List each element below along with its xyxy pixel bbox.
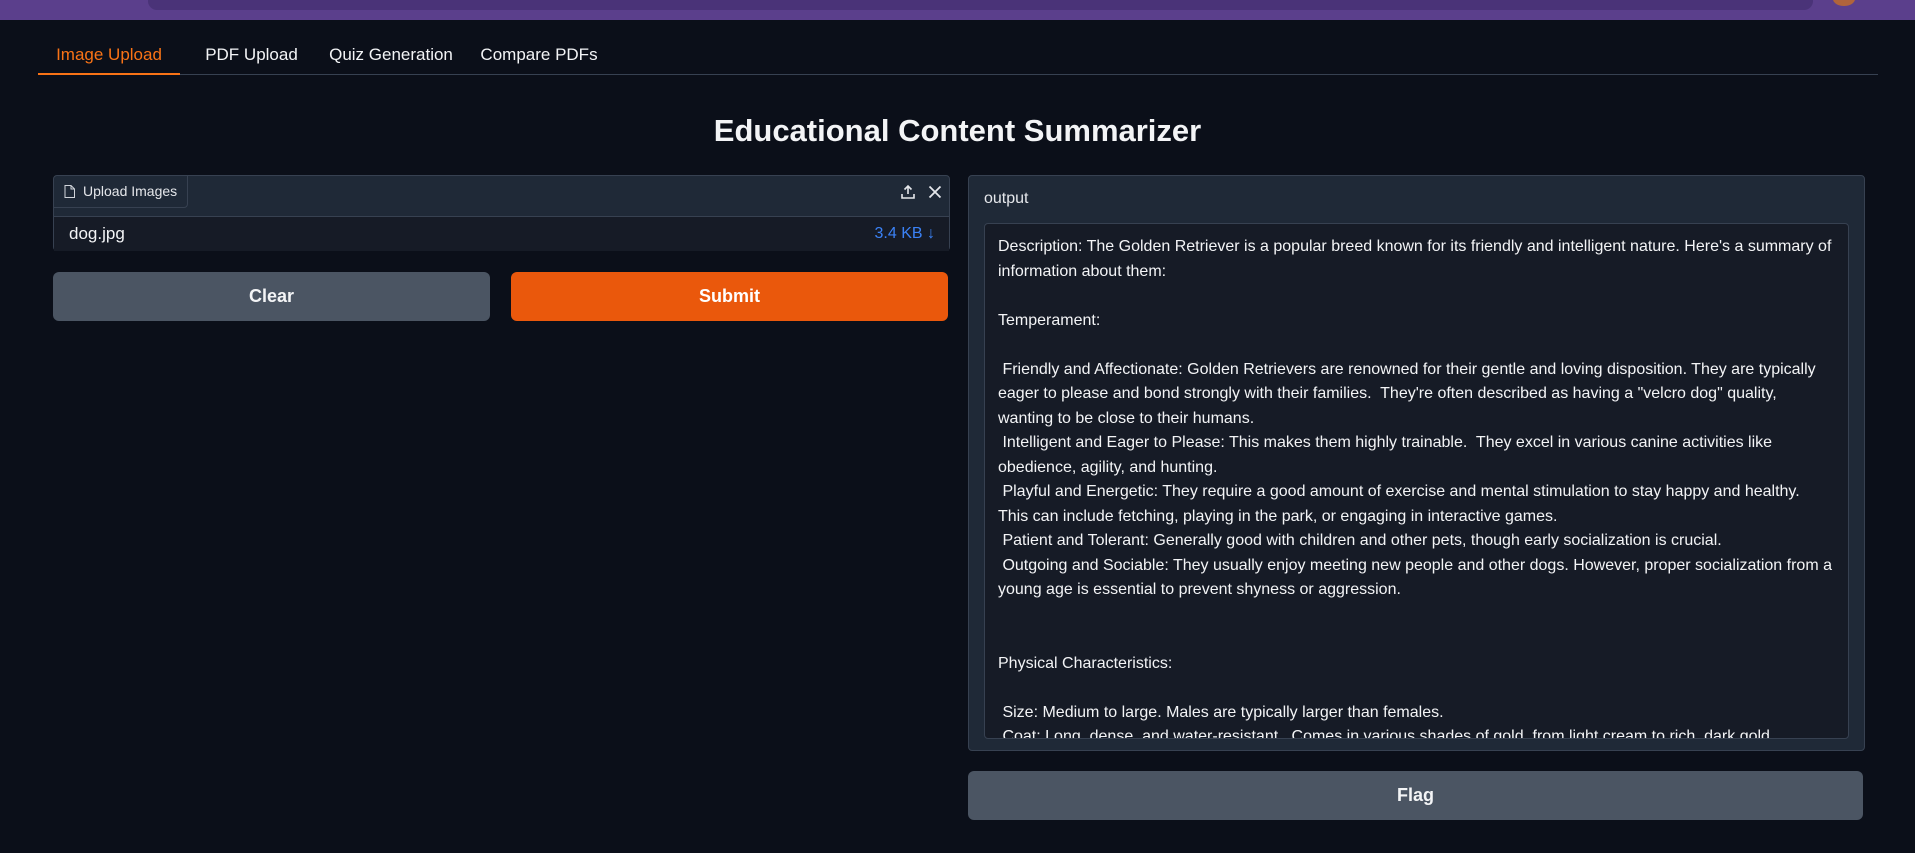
tab-image-upload[interactable]: Image Upload [38,38,180,75]
image-upload-panel[interactable]: Upload Images dog.jpg 3.4 KB ↓ [53,175,950,251]
tab-compare-pdfs[interactable]: Compare PDFs [475,38,603,74]
clear-button[interactable]: Clear [53,272,490,321]
upload-images-label: Upload Images [54,176,189,208]
close-icon[interactable] [922,179,948,205]
output-textbox[interactable]: Description: The Golden Retriever is a p… [984,223,1849,739]
page-title: Educational Content Summarizer [713,113,1202,148]
output-label: output [984,190,1029,207]
upload-icon[interactable] [895,179,921,205]
address-bar[interactable] [148,0,1813,10]
submit-button[interactable]: Submit [511,272,948,321]
tab-pdf-upload[interactable]: PDF Upload [195,38,308,74]
flag-button[interactable]: Flag [968,771,1863,820]
file-icon [64,185,75,198]
file-size-download-link[interactable]: 3.4 KB ↓ [875,217,935,251]
output-text: Description: The Golden Retriever is a p… [998,238,1832,739]
profile-avatar[interactable] [1833,0,1855,6]
browser-top-bar [0,0,1915,20]
upload-images-label-text: Upload Images [83,183,178,199]
tab-quiz-generation[interactable]: Quiz Generation [321,38,461,74]
file-name: dog.jpg [69,224,125,243]
uploaded-file-row: dog.jpg 3.4 KB ↓ [54,216,949,251]
tab-bar: Image Upload PDF Upload Quiz Generation … [38,38,1878,75]
output-panel: output Description: The Golden Retriever… [968,175,1865,751]
